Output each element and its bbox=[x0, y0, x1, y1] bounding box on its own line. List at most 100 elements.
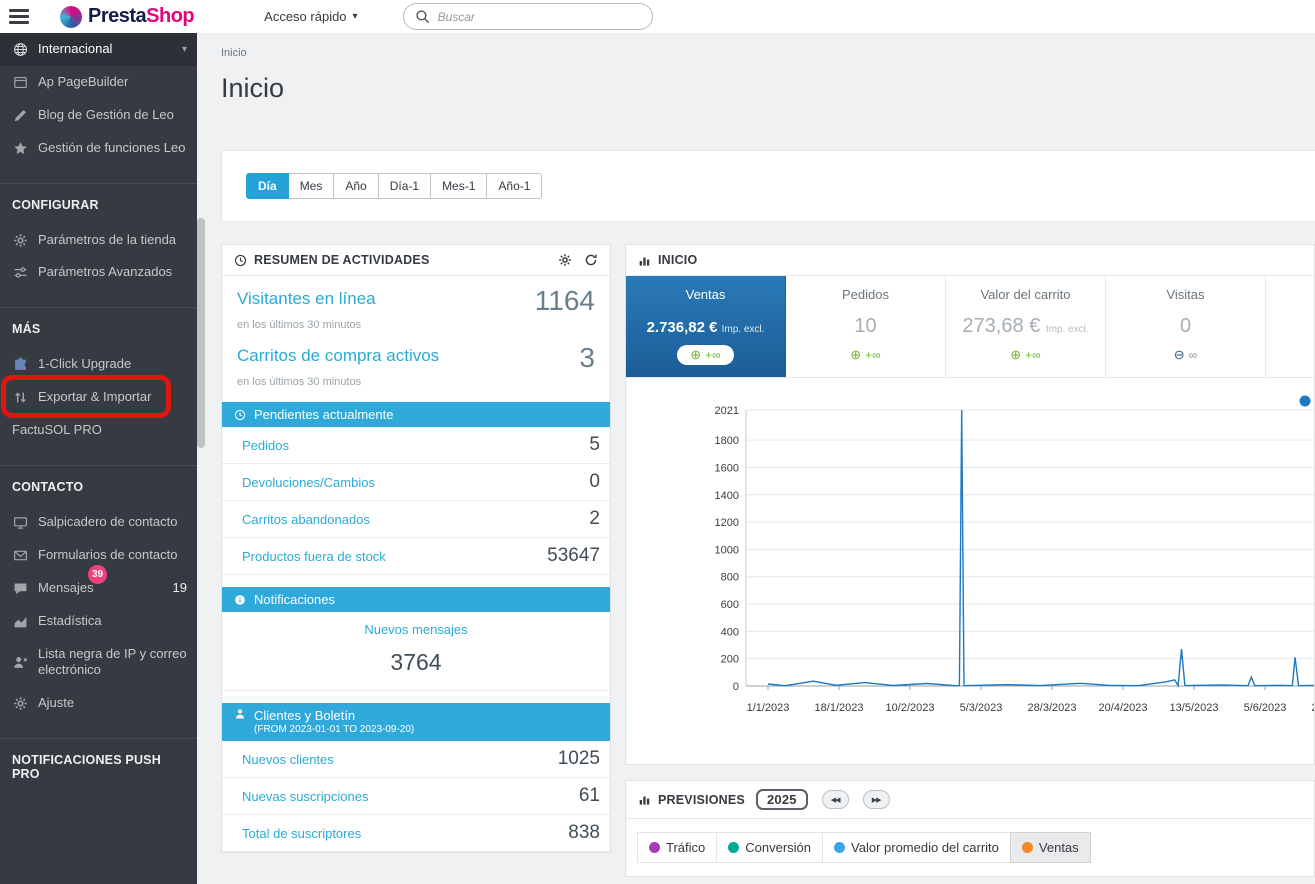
sidebar-section-notificaciones-push-pro: NOTIFICACIONES PUSH PRO bbox=[0, 738, 197, 793]
metric-link[interactable]: Visitantes en línea bbox=[237, 289, 376, 309]
row-link[interactable]: Total de suscriptores bbox=[242, 826, 361, 841]
row-link[interactable]: Carritos abandonados bbox=[242, 512, 370, 527]
row-link[interactable]: Productos fuera de stock bbox=[242, 549, 386, 564]
trend-badge: ⊕+∞ bbox=[1010, 347, 1040, 363]
svg-text:29/6/2023: 29/6/2023 bbox=[1312, 702, 1314, 714]
sidebar-item-label: Formularios de contacto bbox=[38, 547, 187, 564]
kpi-ventas[interactable]: Ventas2.736,82 € Imp. excl.⊕+∞ bbox=[626, 276, 786, 377]
sidebar-item-label: Ap PageBuilder bbox=[38, 74, 187, 91]
sidebar-item-parametros-de-la-tienda[interactable]: Parámetros de la tienda bbox=[0, 224, 197, 257]
metric-link[interactable]: Carritos de compra activos bbox=[237, 346, 439, 366]
svg-text:5/6/2023: 5/6/2023 bbox=[1244, 702, 1287, 714]
kpi-partial[interactable] bbox=[1266, 276, 1314, 377]
sales-chart-svg: 02004006008001000120014001600180020211/1… bbox=[626, 392, 1314, 724]
sidebar-item-ajuste[interactable]: Ajuste bbox=[0, 687, 197, 720]
row-value: 1025 bbox=[558, 748, 600, 770]
row-link[interactable]: Pedidos bbox=[242, 438, 289, 453]
sidebar-scrollbar[interactable] bbox=[197, 33, 205, 884]
sidebar-item-parametros-avanzados[interactable]: Parámetros Avanzados bbox=[0, 256, 197, 289]
legend-dot bbox=[1022, 842, 1033, 853]
forecast-panel-header: PREVISIONES 2025 ◀◀ ▶▶ bbox=[626, 781, 1314, 819]
filter-mes-button[interactable]: Mes bbox=[288, 173, 335, 199]
sidebar-item-ap-pagebuilder[interactable]: Ap PageBuilder bbox=[0, 66, 197, 99]
row-link[interactable]: Nuevos clientes bbox=[242, 752, 334, 767]
kpi-label: Valor del carrito bbox=[980, 287, 1070, 302]
trend-badge: ⊖∞ bbox=[1174, 347, 1197, 363]
customers-row-total-de-suscriptores: Total de suscriptores 838 bbox=[222, 815, 610, 852]
filter-ano-button[interactable]: Año bbox=[333, 173, 378, 199]
clock-icon bbox=[234, 254, 247, 267]
dashboard-trends-panel: INICIO Ventas2.736,82 € Imp. excl.⊕+∞Ped… bbox=[625, 244, 1315, 765]
gear-icon[interactable] bbox=[558, 253, 572, 267]
dashboard-right-column: INICIO Ventas 2.736,82 € Imp. excl. ⊕+∞ Ped… bbox=[625, 244, 1315, 877]
metric-subtext: en los últimos 30 minutos bbox=[237, 319, 595, 331]
notifications-title: Notificaciones bbox=[254, 592, 335, 607]
sidebar-item-gestion-de-funciones-leo[interactable]: Gestión de funciones Leo bbox=[0, 132, 197, 165]
row-value: 61 bbox=[579, 785, 600, 807]
pending-row-productos-fuera-de-stock: Productos fuera de stock53647 bbox=[222, 538, 610, 575]
sidebar-scrollbar-thumb[interactable] bbox=[197, 218, 205, 448]
customers-title: Clientes y Boletín bbox=[254, 708, 355, 723]
trend-up-icon: ⊕ bbox=[1010, 347, 1021, 363]
chevron-down-icon: ▾ bbox=[182, 43, 187, 56]
bar-chart-icon bbox=[638, 793, 651, 806]
user-block-icon bbox=[12, 655, 28, 670]
filter-dia-button[interactable]: Día bbox=[246, 173, 289, 199]
kpi-value: 2.736,82 € Imp. excl. bbox=[647, 319, 765, 336]
legend-conversion[interactable]: Conversión bbox=[716, 832, 823, 863]
legend-valor-promedio-del-carrito[interactable]: Valor promedio del carrito bbox=[822, 832, 1011, 863]
new-messages-link[interactable]: Nuevos mensajes bbox=[222, 622, 610, 637]
kpi-visitas[interactable]: Visitas0⊖∞ bbox=[1106, 276, 1266, 377]
filter-ano-1-button[interactable]: Año-1 bbox=[486, 173, 542, 199]
sidebar-item-label: FactuSOL PRO bbox=[12, 422, 187, 439]
sidebar-section-configurar: CONFIGURAR bbox=[0, 183, 197, 224]
sidebar-item-lista-negra-de-ip-y-correo-electronico[interactable]: Lista negra de IP y correo electrónico bbox=[0, 638, 197, 688]
refresh-icon[interactable] bbox=[584, 253, 598, 267]
forecast-next-button[interactable]: ▶▶ bbox=[863, 790, 890, 809]
menu-toggle-icon[interactable] bbox=[9, 6, 29, 27]
page-title: Inicio bbox=[221, 73, 1315, 104]
sidebar-item-mensajes[interactable]: Mensajes1939 bbox=[0, 572, 197, 605]
customers-subtitle: (FROM 2023-01-01 TO 2023-09-20) bbox=[254, 724, 414, 735]
quick-access-dropdown[interactable]: Acceso rápido ▾ bbox=[264, 9, 357, 24]
forecast-panel-title: PREVISIONES bbox=[658, 793, 745, 807]
sidebar-item-blog-de-gestion-de-leo[interactable]: Blog de Gestión de Leo bbox=[0, 99, 197, 132]
kpi-value-suffix: Imp. excl. bbox=[722, 324, 765, 335]
sidebar-item-label: Gestión de funciones Leo bbox=[38, 140, 187, 157]
caret-down-icon: ▾ bbox=[353, 11, 358, 22]
new-messages-value: 3764 bbox=[222, 649, 610, 676]
sidebar-item-label: 1-Click Upgrade bbox=[38, 356, 187, 373]
trends-panel-title: INICIO bbox=[658, 253, 697, 267]
sidebar-item-label: Ajuste bbox=[38, 695, 187, 712]
prestashop-logo[interactable]: PrestaShop bbox=[60, 5, 194, 28]
sidebar-item-label: Salpicadero de contacto bbox=[38, 514, 187, 531]
row-link[interactable]: Nuevas suscripciones bbox=[242, 789, 368, 804]
search-input[interactable] bbox=[438, 10, 641, 24]
kpi-valor-del-carrito[interactable]: Valor del carrito273,68 € Imp. excl.⊕+∞ bbox=[946, 276, 1106, 377]
sidebar-item-estadistica[interactable]: Estadística bbox=[0, 605, 197, 638]
sidebar-item-internacional[interactable]: Internacional▾ bbox=[0, 33, 197, 66]
breadcrumb: Inicio bbox=[205, 33, 1315, 59]
svg-text:10/2/2023: 10/2/2023 bbox=[886, 702, 935, 714]
row-link[interactable]: Devoluciones/Cambios bbox=[242, 475, 375, 490]
sidebar-item-salpicadero-de-contacto[interactable]: Salpicadero de contacto bbox=[0, 506, 197, 539]
sidebar-item-1-click-upgrade[interactable]: 1-Click Upgrade bbox=[0, 348, 197, 381]
svg-text:2021: 2021 bbox=[715, 405, 739, 417]
legend-ventas[interactable]: Ventas bbox=[1010, 832, 1091, 863]
notifications-body: Nuevos mensajes 3764 bbox=[222, 612, 610, 691]
kpi-pedidos[interactable]: Pedidos10⊕+∞ bbox=[786, 276, 946, 377]
search-box[interactable] bbox=[403, 3, 653, 30]
quick-access-label: Acceso rápido bbox=[264, 9, 346, 24]
forecast-prev-button[interactable]: ◀◀ bbox=[822, 790, 849, 809]
filter-mes-1-button[interactable]: Mes-1 bbox=[430, 173, 487, 199]
trend-badge: ⊕+∞ bbox=[677, 345, 733, 365]
trend-up-icon: ⊕ bbox=[850, 347, 861, 363]
kpi-value: 0 bbox=[1180, 315, 1191, 338]
customers-row-nuevas-suscripciones: Nuevas suscripciones 61 bbox=[222, 778, 610, 815]
sidebar-item-exportar-importar[interactable]: Exportar & Importar bbox=[0, 381, 197, 414]
legend-trafico[interactable]: Tráfico bbox=[637, 832, 717, 863]
sidebar-item-factusol-pro[interactable]: FactuSOL PRO bbox=[0, 414, 197, 447]
row-value: 5 bbox=[589, 434, 600, 456]
filter-dia-1-button[interactable]: Día-1 bbox=[378, 173, 431, 199]
row-value: 838 bbox=[568, 822, 600, 844]
